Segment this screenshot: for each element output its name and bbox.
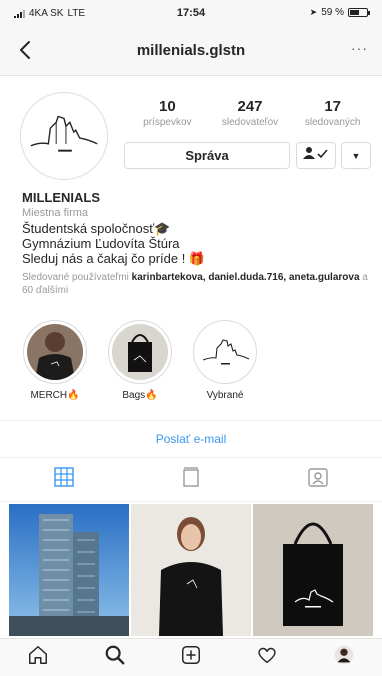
message-button[interactable]: Správa — [124, 142, 290, 169]
following-icon — [303, 146, 329, 165]
stat-followers-value: 247 — [237, 98, 263, 115]
battery-percent: 59 % — [321, 7, 344, 18]
location-icon: ➤ — [309, 7, 318, 17]
story-highlights: MERCH🔥 Bags🔥 Vybrané — [18, 320, 378, 410]
heart-icon — [256, 644, 278, 671]
bottom-nav — [0, 638, 382, 676]
nav-search[interactable] — [76, 639, 152, 676]
tagged-photos-icon — [307, 466, 329, 493]
tab-list[interactable] — [127, 458, 254, 501]
highlight-thumbnail — [112, 324, 168, 380]
highlight-thumbnail — [197, 324, 253, 380]
post-thumbnail[interactable] — [253, 504, 373, 636]
profile-username: millenials.glstn — [136, 42, 246, 59]
tab-grid[interactable] — [0, 458, 127, 501]
highlight-ring — [23, 320, 87, 384]
stat-followers[interactable]: 247 sledovateľov — [209, 98, 292, 128]
bio-line: Sleduj nás a čakaj čo príde ! 🎁 — [22, 251, 206, 266]
post-thumbnail[interactable] — [131, 504, 251, 636]
send-email-button[interactable]: Poslať e-mail — [0, 420, 382, 458]
profile-category: Miestna firma — [22, 207, 89, 219]
bio-line: Gymnázium Ľudovíta Štúra — [22, 236, 180, 251]
profile-tabs — [0, 458, 382, 502]
suggestions-button[interactable]: ▼ — [341, 142, 371, 169]
back-icon[interactable] — [14, 38, 38, 62]
post-grid — [9, 504, 373, 636]
profile-stats: 10 príspevkov 247 sledovateľov 17 sledov… — [126, 98, 374, 128]
nav-profile[interactable] — [306, 639, 382, 676]
list-view-icon — [180, 466, 202, 493]
tab-tagged[interactable] — [255, 458, 382, 501]
highlight-label: Bags🔥 — [122, 390, 158, 401]
stat-followers-label: sledovateľov — [221, 117, 279, 128]
stat-following-label: sledovaných — [304, 117, 361, 128]
stat-posts-value: 10 — [158, 98, 176, 115]
status-bar: 4KA SK LTE 17:54 ➤ 59 % — [0, 0, 382, 26]
highlight-thumbnail — [27, 324, 83, 380]
followed-by[interactable]: Sledované používateľmi karinbartekova, d… — [22, 271, 372, 297]
post-thumbnail[interactable] — [9, 504, 129, 636]
profile-bio: MILLENIALS Miestna firma Študentská spol… — [22, 190, 372, 297]
profile-header: millenials.glstn ··· — [0, 26, 382, 76]
send-email-label: Poslať e-mail — [155, 432, 227, 446]
nav-new-post[interactable] — [153, 639, 229, 676]
profile-avatar-icon — [333, 644, 355, 671]
search-icon — [104, 644, 126, 671]
highlight-vybrane[interactable]: Vybrané — [190, 320, 260, 401]
profile-avatar[interactable] — [20, 92, 108, 180]
highlight-bags[interactable]: Bags🔥 — [105, 320, 175, 401]
nav-home[interactable] — [0, 639, 76, 676]
grid-icon — [53, 466, 75, 493]
bio-line: Študentská spoločnosť🎓 — [22, 221, 171, 236]
stat-posts-label: príspevkov — [143, 117, 192, 128]
followed-by-prefix: Sledované používateľmi — [22, 272, 132, 283]
stat-following[interactable]: 17 sledovaných — [291, 98, 374, 128]
highlight-label: Vybrané — [206, 390, 244, 401]
highlight-merch[interactable]: MERCH🔥 — [20, 320, 90, 401]
stat-following-value: 17 — [324, 98, 342, 115]
highlight-ring — [193, 320, 257, 384]
home-icon — [27, 644, 49, 671]
stat-posts[interactable]: 10 príspevkov — [126, 98, 209, 128]
status-right: ➤ 59 % — [309, 7, 370, 18]
followed-by-users[interactable]: karinbartekova, daniel.duda.716, aneta.g… — [132, 272, 360, 283]
highlight-ring — [108, 320, 172, 384]
profile-name: MILLENIALS — [22, 190, 100, 205]
nav-activity[interactable] — [229, 639, 305, 676]
add-post-icon — [180, 644, 202, 671]
more-options-icon[interactable]: ··· — [351, 40, 368, 56]
battery-icon — [348, 8, 370, 17]
highlight-label: MERCH🔥 — [30, 390, 80, 401]
following-button[interactable] — [296, 142, 336, 169]
chevron-down-icon: ▼ — [351, 150, 361, 161]
